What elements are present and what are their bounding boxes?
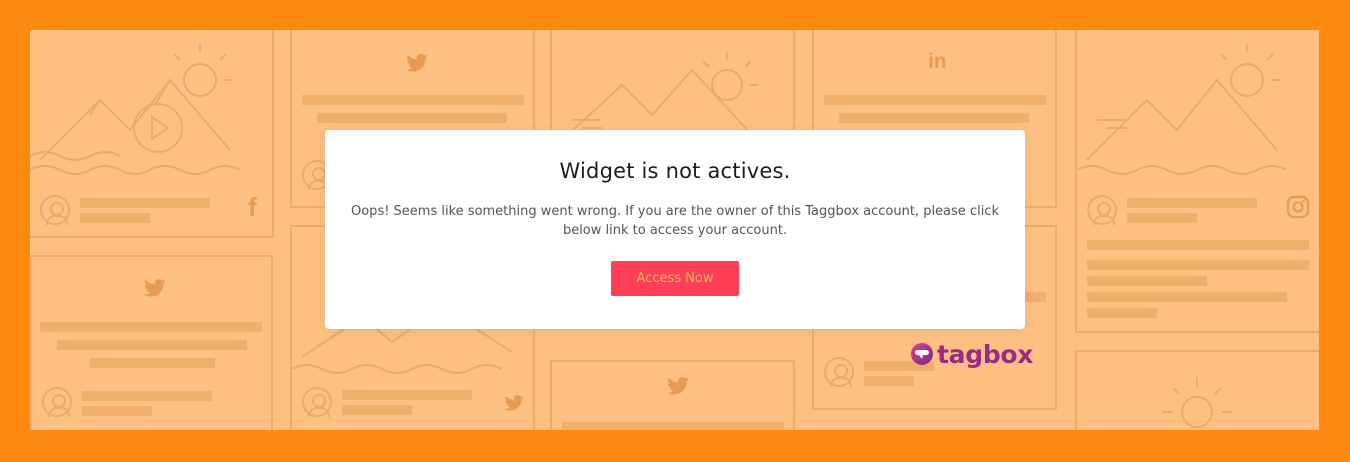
placeholder-line — [1127, 198, 1257, 208]
placeholder-line — [57, 340, 247, 350]
modal-message: Oops! Seems like something went wrong. I… — [351, 204, 999, 238]
avatar — [824, 357, 854, 387]
twitter-icon — [667, 377, 689, 395]
placeholder-line — [1087, 292, 1287, 302]
placeholder-line — [824, 95, 1046, 105]
avatar — [40, 195, 70, 225]
placeholder-line — [342, 390, 472, 400]
placeholder-line — [82, 391, 212, 401]
placeholder-line — [82, 406, 152, 416]
placeholder-line — [839, 113, 1029, 123]
placeholder-card — [30, 255, 273, 430]
modal-title: Widget is not actives. — [559, 159, 791, 183]
avatar — [42, 387, 72, 417]
placeholder-line — [317, 113, 507, 123]
widget-error-modal: Widget is not actives. Oops! Seems like … — [325, 130, 1025, 329]
placeholder-line — [342, 405, 412, 415]
tagbox-logo-icon — [911, 343, 933, 365]
placeholder-card — [1075, 350, 1319, 430]
placeholder-line — [1087, 260, 1309, 270]
placeholder-line — [1087, 308, 1157, 318]
placeholder-line — [302, 95, 524, 105]
placeholder-line — [1087, 276, 1207, 286]
tagbox-wordmark: tagbox — [937, 339, 1034, 369]
play-icon — [133, 103, 183, 153]
avatar — [1087, 195, 1117, 225]
placeholder-line — [80, 198, 210, 208]
placeholder-line — [1127, 213, 1197, 223]
placeholder-line — [90, 358, 215, 368]
twitter-icon — [406, 54, 428, 72]
avatar — [302, 387, 332, 417]
access-now-button[interactable]: Access Now — [611, 261, 739, 296]
instagram-icon — [1286, 195, 1310, 219]
linkedin-icon: in — [928, 50, 947, 73]
sun-icon — [1162, 377, 1232, 428]
placeholder-line — [562, 422, 784, 430]
placeholder-card: f — [30, 30, 274, 238]
tagbox-logo[interactable]: tagbox — [910, 338, 1033, 370]
placeholder-card — [550, 360, 795, 430]
landscape-illustration — [1077, 44, 1288, 175]
twitter-icon — [144, 279, 166, 297]
placeholder-card — [1075, 30, 1319, 333]
twitter-icon — [504, 395, 524, 411]
facebook-icon: f — [248, 192, 257, 222]
placeholder-line — [1087, 240, 1309, 250]
placeholder-line — [80, 213, 150, 223]
placeholder-line — [40, 322, 262, 332]
placeholder-line — [864, 376, 914, 386]
